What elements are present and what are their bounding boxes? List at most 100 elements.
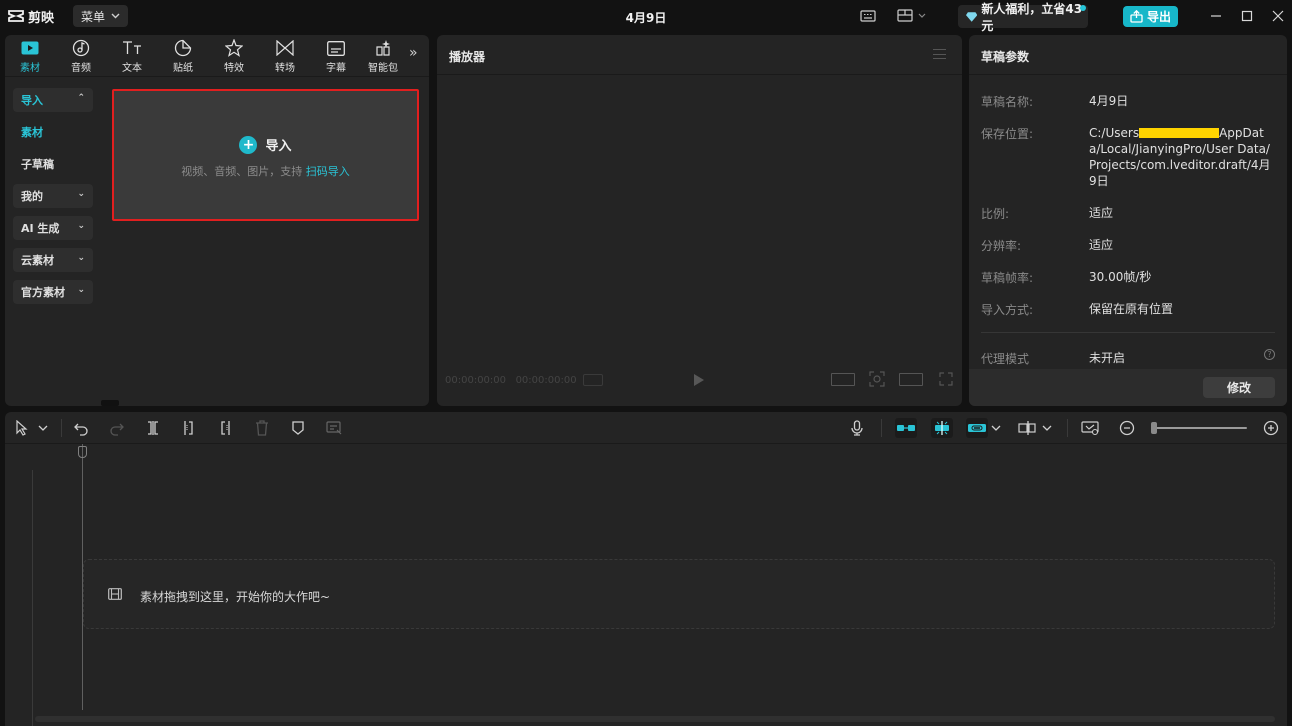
sidebar-item-import[interactable]: 导入 ⌃ — [13, 88, 93, 112]
playhead-handle[interactable] — [78, 446, 87, 458]
save-location-value: C:/Users AppData/Local/JianyingPro/User D… — [1089, 126, 1271, 188]
sidebar-item-official-media[interactable]: 官方素材 ⌄ — [13, 280, 93, 304]
tab-label: 文本 — [122, 63, 142, 74]
effects-icon — [224, 38, 244, 58]
snap-icon — [935, 421, 949, 435]
tab-sticker[interactable]: 贴纸 — [161, 37, 205, 75]
menu-button[interactable]: 菜单 — [73, 5, 128, 27]
chevron-down-icon[interactable] — [1042, 420, 1052, 436]
help-icon[interactable]: ? — [1264, 349, 1275, 360]
sidebar-item-label: 导入 — [21, 94, 43, 107]
aspect-ratio-icon[interactable] — [831, 373, 855, 386]
tab-effects[interactable]: 特效 — [212, 37, 256, 75]
text-icon — [122, 38, 142, 58]
smart-pack-icon — [373, 38, 393, 58]
maximize-icon[interactable] — [1239, 8, 1255, 24]
undo-icon[interactable] — [73, 420, 89, 436]
import-hint: 视频、音频、图片，支持 扫码导入 — [114, 163, 417, 179]
export-label: 导出 — [1146, 10, 1171, 24]
trim-right-icon[interactable] — [217, 420, 233, 436]
select-cursor-icon[interactable] — [14, 420, 30, 436]
tab-subtitle[interactable]: 字幕 — [314, 37, 358, 75]
timecode-mode-icon[interactable] — [583, 374, 603, 386]
link-toggle[interactable] — [966, 418, 988, 438]
auto-caption-icon[interactable] — [326, 420, 342, 436]
tab-media[interactable]: 素材 — [8, 37, 52, 75]
keyboard-icon[interactable] — [860, 9, 876, 23]
chevron-up-icon: ⌃ — [77, 93, 85, 103]
media-tabs: 素材 音频 文本 贴纸 特效 转场 字幕 智能包 » — [5, 35, 429, 77]
chevron-down-icon[interactable] — [38, 420, 48, 436]
prop-frame-rate: 草稿帧率: 30.00帧/秒 — [981, 270, 1152, 285]
menu-icon[interactable] — [933, 49, 946, 59]
sidebar-item-mine[interactable]: 我的 ⌄ — [13, 184, 93, 208]
sidebar-item-media[interactable]: 素材 — [13, 120, 93, 144]
audio-icon — [71, 38, 91, 58]
prop-import-method: 导入方式: 保留在原有位置 — [981, 302, 1174, 317]
timeline-fit-icon[interactable] — [1081, 420, 1099, 436]
chevron-down-icon: ⌄ — [77, 253, 85, 263]
redo-icon[interactable] — [109, 420, 125, 436]
sidebar-item-cloud-media[interactable]: 云素材 ⌄ — [13, 248, 93, 272]
tab-label: 贴纸 — [173, 63, 193, 74]
timeline-panel: 素材拖拽到这里，开始你的大作吧~ — [5, 412, 1287, 726]
plus-icon: + — [239, 135, 258, 154]
notification-dot — [1080, 5, 1086, 11]
main-track-magnet-toggle[interactable] — [895, 418, 917, 438]
sidebar-item-label: AI 生成 — [21, 222, 60, 235]
delete-icon[interactable] — [254, 420, 270, 436]
preview-axis-icon[interactable] — [1018, 420, 1038, 436]
export-button[interactable]: 导出 — [1123, 6, 1178, 27]
auto-snap-toggle[interactable] — [931, 418, 953, 438]
link-icon — [968, 424, 986, 432]
tab-transition[interactable]: 转场 — [263, 37, 307, 75]
sidebar-item-subdraft[interactable]: 子草稿 — [13, 152, 93, 176]
zoom-in-icon[interactable] — [1263, 420, 1279, 436]
microphone-icon[interactable] — [849, 420, 865, 436]
player-title: 播放器 — [449, 50, 486, 64]
sticker-icon — [173, 38, 193, 58]
promo-button[interactable]: 新人福利，立省43元 — [958, 2, 1088, 33]
zoom-slider-handle[interactable] — [1151, 422, 1157, 434]
draft-properties-panel: 草稿参数 草稿名称: 4月9日 保存位置: C:/Users AppData/Lo… — [969, 35, 1287, 406]
panel-resize-handle[interactable] — [101, 400, 119, 406]
app-name: 剪映 — [28, 10, 55, 26]
sidebar-item-ai-generate[interactable]: AI 生成 ⌄ — [13, 216, 93, 240]
import-subtitle: 视频、音频、图片，支持 — [181, 165, 303, 178]
chevron-down-icon — [111, 13, 120, 19]
tab-text[interactable]: 文本 — [110, 37, 154, 75]
export-icon — [1130, 10, 1143, 23]
zoom-slider[interactable] — [1153, 427, 1247, 429]
divider — [881, 419, 882, 437]
track-header-divider — [32, 470, 33, 726]
marker-icon[interactable] — [290, 420, 306, 436]
minimize-icon[interactable] — [1208, 8, 1224, 24]
zoom-out-icon[interactable] — [1119, 420, 1135, 436]
modify-button[interactable]: 修改 — [1203, 377, 1275, 398]
chevron-down-icon[interactable] — [991, 420, 1001, 436]
divider — [981, 332, 1275, 333]
fullscreen-icon[interactable] — [939, 372, 953, 386]
tab-smart-pack[interactable]: 智能包 — [361, 37, 405, 75]
trim-left-icon[interactable] — [181, 420, 197, 436]
timeline-scrollbar[interactable] — [35, 716, 1275, 722]
import-button[interactable]: + 导入 — [114, 135, 417, 154]
divider — [61, 419, 62, 437]
ratio-icon[interactable] — [899, 373, 923, 386]
zoom-fit-icon[interactable] — [869, 371, 885, 387]
play-icon[interactable] — [694, 374, 704, 386]
chevron-down-icon: ⌄ — [77, 221, 85, 231]
window-title: 4月9日 — [625, 11, 667, 25]
import-drop-area[interactable]: + 导入 视频、音频、图片，支持 扫码导入 — [112, 89, 419, 221]
close-icon[interactable] — [1270, 8, 1286, 24]
player-timecode: 00:00:00:00 00:00:00:00 — [445, 375, 577, 386]
scan-import-link[interactable]: 扫码导入 — [306, 165, 350, 178]
import-title: 导入 — [265, 139, 292, 154]
split-icon[interactable] — [145, 420, 161, 436]
tab-audio[interactable]: 音频 — [59, 37, 103, 75]
sidebar-item-label: 官方素材 — [21, 286, 65, 299]
timeline-drop-zone[interactable]: 素材拖拽到这里，开始你的大作吧~ — [83, 559, 1275, 629]
more-tabs-icon[interactable]: » — [409, 45, 418, 61]
layout-icon[interactable] — [897, 9, 927, 23]
props-title: 草稿参数 — [981, 50, 1030, 64]
